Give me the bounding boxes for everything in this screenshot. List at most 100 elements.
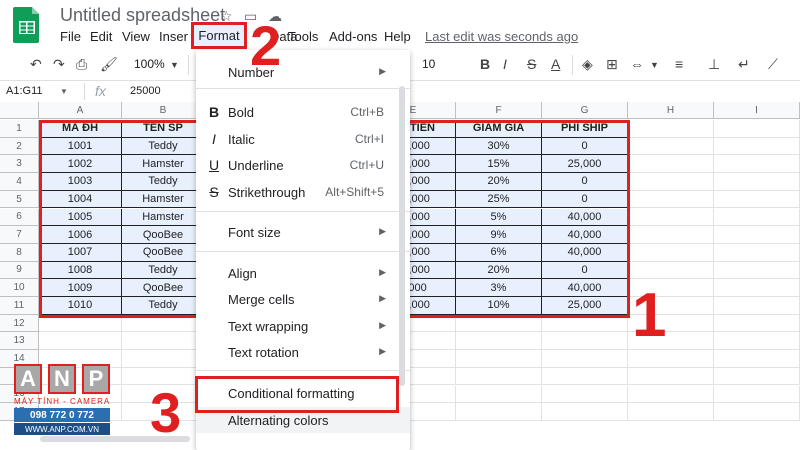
cell-g13[interactable] bbox=[542, 332, 628, 351]
cell-i8[interactable] bbox=[714, 243, 800, 262]
borders-icon[interactable]: ⊞ bbox=[606, 56, 618, 73]
fill-color-icon[interactable]: ◈ bbox=[582, 56, 593, 73]
last-edit-link[interactable]: Last edit was seconds ago bbox=[425, 29, 578, 44]
cell-h1[interactable] bbox=[628, 120, 714, 138]
cell-i16[interactable] bbox=[714, 385, 800, 404]
cell-i1[interactable] bbox=[714, 120, 800, 138]
column-header-h[interactable]: H bbox=[628, 102, 714, 119]
vertical-align-icon[interactable]: ⊥ bbox=[708, 56, 720, 73]
formula-input[interactable]: 25000 bbox=[130, 85, 161, 97]
cell-f17[interactable] bbox=[456, 403, 542, 421]
cell-h6[interactable] bbox=[628, 208, 714, 227]
cell-g16[interactable] bbox=[542, 385, 628, 404]
menu-item-font-size[interactable]: Font size ▶ bbox=[196, 219, 410, 245]
menu-item-strikethrough[interactable]: S Strikethrough Alt+Shift+5 bbox=[196, 179, 410, 205]
undo-icon[interactable]: ↶ bbox=[30, 56, 42, 73]
cell-h3[interactable] bbox=[628, 155, 714, 174]
row-header[interactable]: 4 bbox=[0, 173, 39, 191]
cell-i2[interactable] bbox=[714, 137, 800, 156]
row-header[interactable]: 8 bbox=[0, 243, 39, 262]
cell-i12[interactable] bbox=[714, 314, 800, 333]
cell-i10[interactable] bbox=[714, 279, 800, 297]
cell-f14[interactable] bbox=[456, 350, 542, 368]
row-header[interactable]: 1 bbox=[0, 120, 39, 138]
menu-insert[interactable]: Inser bbox=[159, 29, 188, 44]
cell-g14[interactable] bbox=[542, 350, 628, 368]
cell-i13[interactable] bbox=[714, 332, 800, 351]
cell-b14[interactable] bbox=[122, 350, 205, 368]
cell-h9[interactable] bbox=[628, 261, 714, 280]
text-wrapping-icon[interactable]: ↵ bbox=[738, 56, 750, 73]
cell-i5[interactable] bbox=[714, 190, 800, 209]
column-header-i[interactable]: I bbox=[714, 102, 800, 119]
cell-i15[interactable] bbox=[714, 367, 800, 386]
cell-h16[interactable] bbox=[628, 385, 714, 404]
name-box-dropdown-icon[interactable]: ▼ bbox=[60, 87, 68, 96]
menu-addons[interactable]: Add-ons bbox=[329, 29, 377, 44]
cell-i17[interactable] bbox=[714, 403, 800, 421]
cell-i7[interactable] bbox=[714, 226, 800, 244]
cell-i11[interactable] bbox=[714, 297, 800, 315]
column-header-a[interactable]: A bbox=[39, 102, 122, 119]
menu-item-merge-cells[interactable]: Merge cells ▶ bbox=[196, 286, 410, 312]
row-header[interactable]: 13 bbox=[0, 332, 39, 351]
horizontal-align-icon[interactable]: ≡ bbox=[675, 56, 683, 72]
paint-format-icon[interactable]: 🖌 bbox=[100, 56, 118, 73]
cell-h8[interactable] bbox=[628, 243, 714, 262]
menu-item-italic[interactable]: I Italic Ctrl+I bbox=[196, 126, 410, 152]
row-header[interactable]: 5 bbox=[0, 190, 39, 209]
row-header[interactable]: 3 bbox=[0, 155, 39, 174]
menu-item-number[interactable]: Number ▶ bbox=[196, 59, 410, 85]
row-header[interactable]: 7 bbox=[0, 226, 39, 244]
row-header[interactable]: 2 bbox=[0, 137, 39, 156]
cell-h7[interactable] bbox=[628, 226, 714, 244]
column-header-g[interactable]: G bbox=[542, 102, 628, 119]
cell-h15[interactable] bbox=[628, 367, 714, 386]
cell-f15[interactable] bbox=[456, 367, 542, 386]
cell-g15[interactable] bbox=[542, 367, 628, 386]
cell-i6[interactable] bbox=[714, 208, 800, 227]
cell-a13[interactable] bbox=[39, 332, 122, 351]
cell-f13[interactable] bbox=[456, 332, 542, 351]
merge-cells-icon[interactable]: ⇔ bbox=[630, 56, 644, 72]
menu-item-align[interactable]: Align ▶ bbox=[196, 260, 410, 286]
row-header[interactable]: 10 bbox=[0, 279, 39, 297]
row-header[interactable]: 12 bbox=[0, 314, 39, 333]
strikethrough-icon[interactable]: S bbox=[527, 56, 536, 72]
menu-format[interactable]: Format bbox=[191, 22, 247, 49]
menu-item-text-rotation[interactable]: Text rotation ▶ bbox=[196, 339, 410, 365]
row-header[interactable]: 6 bbox=[0, 208, 39, 227]
cell-i4[interactable] bbox=[714, 173, 800, 191]
cell-h5[interactable] bbox=[628, 190, 714, 209]
menu-tools[interactable]: Tools bbox=[288, 29, 318, 44]
cell-f16[interactable] bbox=[456, 385, 542, 404]
merge-dropdown-icon[interactable]: ▼ bbox=[650, 60, 659, 70]
horizontal-scrollbar[interactable] bbox=[40, 436, 190, 442]
cell-g17[interactable] bbox=[542, 403, 628, 421]
menu-view[interactable]: View bbox=[122, 29, 150, 44]
menu-item-underline[interactable]: U Underline Ctrl+U bbox=[196, 152, 410, 178]
sheets-logo-icon[interactable] bbox=[12, 5, 42, 43]
italic-icon[interactable]: I bbox=[503, 56, 507, 72]
menu-edit[interactable]: Edit bbox=[90, 29, 112, 44]
font-size-select[interactable]: 10 bbox=[422, 57, 435, 71]
menu-help[interactable]: Help bbox=[384, 29, 411, 44]
cell-b13[interactable] bbox=[122, 332, 205, 351]
zoom-dropdown-icon[interactable]: ▼ bbox=[170, 60, 179, 70]
bold-icon[interactable]: B bbox=[480, 56, 490, 72]
select-all-corner[interactable] bbox=[0, 102, 39, 119]
menu-item-text-wrapping[interactable]: Text wrapping ▶ bbox=[196, 313, 410, 339]
cell-i14[interactable] bbox=[714, 350, 800, 368]
column-header-f[interactable]: F bbox=[456, 102, 542, 119]
cell-h2[interactable] bbox=[628, 137, 714, 156]
row-header[interactable]: 11 bbox=[0, 297, 39, 315]
cell-h17[interactable] bbox=[628, 403, 714, 421]
cell-h4[interactable] bbox=[628, 173, 714, 191]
print-icon[interactable]: ⎙ bbox=[76, 56, 87, 73]
text-color-icon[interactable]: A bbox=[551, 56, 560, 72]
name-box[interactable]: A1:G11 bbox=[6, 85, 43, 97]
zoom-select[interactable]: 100% bbox=[134, 57, 165, 71]
text-rotation-icon[interactable]: ⟋ bbox=[768, 56, 778, 73]
menu-file[interactable]: File bbox=[60, 29, 81, 44]
cell-i9[interactable] bbox=[714, 261, 800, 280]
